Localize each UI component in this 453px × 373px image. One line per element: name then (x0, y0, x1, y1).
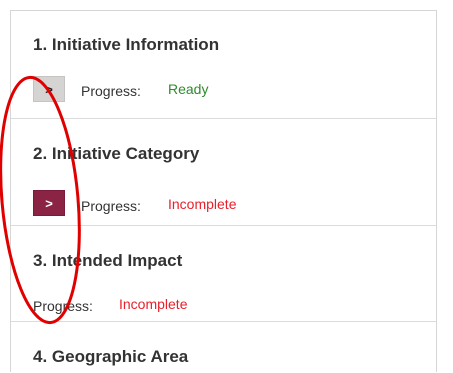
step-title: 2. Initiative Category (33, 144, 200, 163)
status-incomplete: Incomplete (168, 196, 237, 212)
initiative-steps-panel: 1. Initiative Information > Progress: Re… (10, 10, 437, 372)
step-geographic-area: 4. Geographic Area (11, 322, 436, 373)
step-initiative-category: 2. Initiative Category > Progress: Incom… (11, 119, 436, 225)
progress-label: Progress: (33, 298, 93, 314)
progress-label: Progress: (81, 198, 141, 214)
step-initiative-information: 1. Initiative Information > Progress: Re… (11, 11, 436, 118)
step-title: 4. Geographic Area (33, 347, 189, 366)
step-title: 1. Initiative Information (33, 35, 220, 54)
step-title: 3. Intended Impact (33, 251, 183, 270)
status-incomplete: Incomplete (119, 296, 188, 312)
open-step-button[interactable]: > (33, 76, 65, 102)
open-step-button[interactable]: > (33, 190, 65, 216)
step-intended-impact: 3. Intended Impact Progress: Incomplete (11, 226, 436, 321)
status-ready: Ready (168, 81, 209, 97)
page-background: 1. Initiative Information > Progress: Re… (0, 0, 453, 372)
progress-label: Progress: (81, 83, 141, 99)
